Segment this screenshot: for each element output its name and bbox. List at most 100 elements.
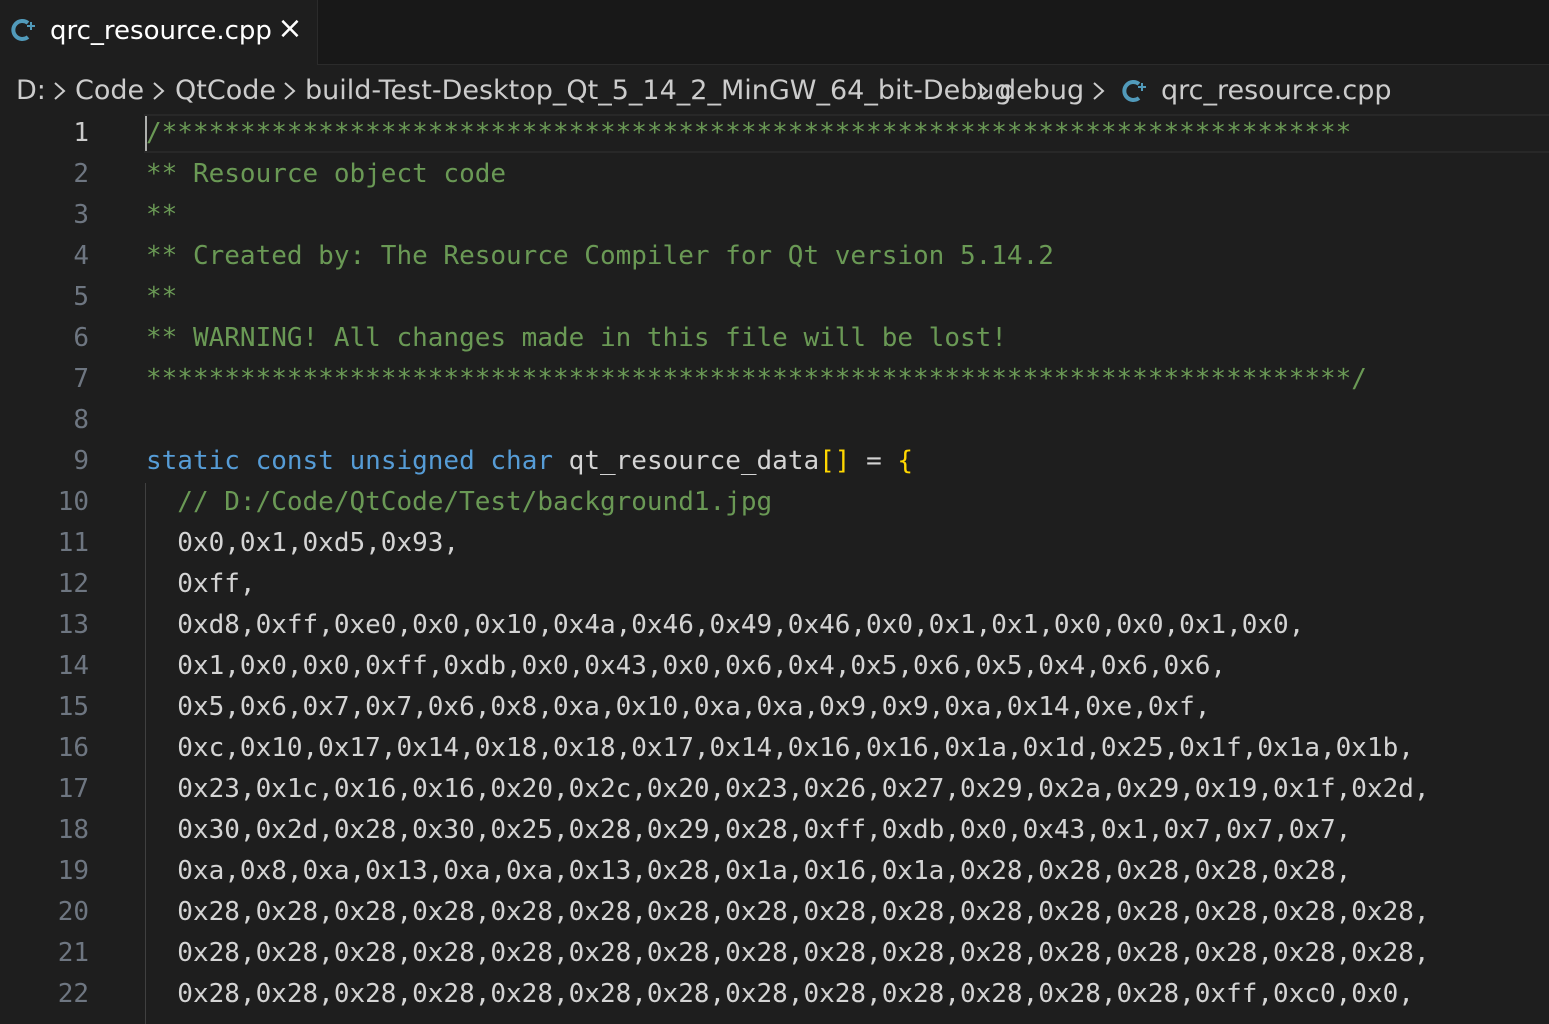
code-token-num: 0x28,0x28,0x28,0x28,0x28,0x28,0x28,0x28,… <box>146 979 1414 1009</box>
code-token-cmt: // D:/Code/QtCode/Test/background1.jpg <box>146 487 773 517</box>
cpp-file-icon <box>1122 80 1146 102</box>
code-token-ident <box>334 446 350 476</box>
code-text: 0x0,0x1,0xd5,0x93, <box>146 523 459 564</box>
line-number[interactable]: 18 <box>58 810 89 851</box>
code-text: ** <box>146 277 177 318</box>
code-token-num: 0x5,0x6,0x7,0x7,0x6,0x8,0xa,0x10,0xa,0xa… <box>146 692 1211 722</box>
breadcrumb-item-qtcode[interactable]: QtCode <box>175 74 276 108</box>
line-number[interactable]: 20 <box>58 892 89 933</box>
code-token-cmt: /***************************************… <box>146 118 1352 148</box>
line-number[interactable]: 21 <box>58 933 89 974</box>
code-text: 0x28,0x28,0x28,0x28,0x28,0x28,0x28,0x28,… <box>146 892 1430 933</box>
code-line[interactable]: 11 0x0,0x1,0xd5,0x93, <box>0 523 1549 564</box>
line-number[interactable]: 8 <box>73 400 89 441</box>
code-token-num: 0xd8,0xff,0xe0,0x0,0x10,0x4a,0x46,0x49,0… <box>146 610 1305 640</box>
tab-qrc-resource-cpp[interactable]: qrc_resource.cpp × <box>0 0 318 65</box>
code-token-ident: qt_resource_data <box>553 446 820 476</box>
breadcrumb-item-debug[interactable]: debug <box>999 74 1084 108</box>
breadcrumb-item-file[interactable]: qrc_resource.cpp <box>1161 74 1391 108</box>
chevron-right-icon <box>977 82 989 100</box>
code-line[interactable]: 4 ** Created by: The Resource Compiler fo… <box>0 236 1549 277</box>
code-line[interactable]: 10 // D:/Code/QtCode/Test/background1.jp… <box>0 482 1549 523</box>
line-number[interactable]: 10 <box>58 482 89 523</box>
code-text: 0xc,0x10,0x17,0x14,0x18,0x18,0x17,0x14,0… <box>146 728 1414 769</box>
code-token-num: 0xc,0x10,0x17,0x14,0x18,0x18,0x17,0x14,0… <box>146 733 1414 763</box>
line-number[interactable]: 17 <box>58 769 89 810</box>
code-token-cmt: ** WARNING! All changes made in this fil… <box>146 323 1007 353</box>
line-number[interactable]: 16 <box>58 728 89 769</box>
code-token-num: 0x30,0x2d,0x28,0x30,0x25,0x28,0x29,0x28,… <box>146 815 1352 845</box>
code-line[interactable]: 18 0x30,0x2d,0x28,0x30,0x25,0x28,0x29,0x… <box>0 810 1549 851</box>
code-text: static const unsigned char qt_resource_d… <box>146 441 913 482</box>
code-text: ****************************************… <box>146 359 1367 400</box>
code-line[interactable]: 14 0x1,0x0,0x0,0xff,0xdb,0x0,0x43,0x0,0x… <box>0 646 1549 687</box>
code-token-kw: static <box>146 446 240 476</box>
line-number[interactable]: 4 <box>73 236 89 277</box>
cpp-file-icon <box>11 19 35 41</box>
code-token-kw: const <box>255 446 334 476</box>
chevron-right-icon <box>54 82 66 100</box>
code-line[interactable]: 8 <box>0 400 1549 441</box>
code-line[interactable]: 9 static const unsigned char qt_resource_… <box>0 441 1549 482</box>
code-token-bracket1: { <box>897 446 914 476</box>
line-number[interactable]: 13 <box>58 605 89 646</box>
code-text: 0x30,0x2d,0x28,0x30,0x25,0x28,0x29,0x28,… <box>146 810 1351 851</box>
code-line[interactable]: 19 0xa,0x8,0xa,0x13,0xa,0xa,0x13,0x28,0x… <box>0 851 1549 892</box>
line-number[interactable]: 9 <box>73 441 89 482</box>
line-number[interactable]: 6 <box>73 318 89 359</box>
line-number[interactable]: 12 <box>58 564 89 605</box>
code-token-num: 0x28,0x28,0x28,0x28,0x28,0x28,0x28,0x28,… <box>146 897 1430 927</box>
code-text: ** Created by: The Resource Compiler for… <box>146 236 1054 277</box>
code-line[interactable]: 3 ** <box>0 195 1549 236</box>
code-token-num: 0xff, <box>146 569 256 599</box>
line-number[interactable]: 3 <box>73 195 89 236</box>
code-line[interactable]: 1 /**************************************… <box>0 113 1549 154</box>
code-line[interactable]: 6 ** WARNING! All changes made in this fi… <box>0 318 1549 359</box>
code-line[interactable]: 16 0xc,0x10,0x17,0x14,0x18,0x18,0x17,0x1… <box>0 728 1549 769</box>
line-number[interactable]: 5 <box>73 277 89 318</box>
code-text: 0x28,0x28,0x28,0x28,0x28,0x28,0x28,0x28,… <box>146 974 1414 1015</box>
breadcrumb-item-code[interactable]: Code <box>75 74 144 108</box>
code-text: ** Resource object code <box>146 154 506 195</box>
code-line[interactable]: 21 0x28,0x28,0x28,0x28,0x28,0x28,0x28,0x… <box>0 933 1549 974</box>
code-editor[interactable]: 1 /**************************************… <box>0 114 1549 1024</box>
code-text: 0x5,0x6,0x7,0x7,0x6,0x8,0xa,0x10,0xa,0xa… <box>146 687 1210 728</box>
code-text: /***************************************… <box>146 113 1351 154</box>
code-token-num: 0xa,0x8,0xa,0x13,0xa,0xa,0x13,0x28,0x1a,… <box>146 856 1352 886</box>
code-line[interactable]: 15 0x5,0x6,0x7,0x7,0x6,0x8,0xa,0x10,0xa,… <box>0 687 1549 728</box>
code-token-kw: char <box>490 446 554 476</box>
code-text: ** WARNING! All changes made in this fil… <box>146 318 1007 359</box>
code-token-bracket1: [] <box>819 446 851 476</box>
line-number[interactable]: 2 <box>73 154 89 195</box>
code-line[interactable]: 20 0x28,0x28,0x28,0x28,0x28,0x28,0x28,0x… <box>0 892 1549 933</box>
code-token-cmt: ** Resource object code <box>146 159 507 189</box>
line-number[interactable]: 11 <box>58 523 89 564</box>
code-line[interactable]: 7 ***************************************… <box>0 359 1549 400</box>
line-number[interactable]: 7 <box>73 359 89 400</box>
close-icon[interactable]: × <box>275 12 305 46</box>
line-number[interactable]: 15 <box>58 687 89 728</box>
breadcrumb-item-drive[interactable]: D: <box>16 74 46 108</box>
code-line[interactable]: 2 ** Resource object code <box>0 154 1549 195</box>
line-number[interactable]: 19 <box>58 851 89 892</box>
chevron-right-icon <box>1093 82 1105 100</box>
editor-tab-bar: qrc_resource.cpp × <box>0 0 1549 65</box>
breadcrumb-item-build-dir[interactable]: build-Test-Desktop_Qt_5_14_2_MinGW_64_bi… <box>305 74 1012 108</box>
code-token-kw: unsigned <box>349 446 475 476</box>
code-line[interactable]: 13 0xd8,0xff,0xe0,0x0,0x10,0x4a,0x46,0x4… <box>0 605 1549 646</box>
code-text: 0xa,0x8,0xa,0x13,0xa,0xa,0x13,0x28,0x1a,… <box>146 851 1351 892</box>
code-token-cmt: ** <box>146 282 178 312</box>
line-number[interactable]: 1 <box>73 113 89 154</box>
code-line[interactable]: 5 ** <box>0 277 1549 318</box>
code-text: 0xff, <box>146 564 256 605</box>
code-token-num: 0x23,0x1c,0x16,0x16,0x20,0x2c,0x20,0x23,… <box>146 774 1430 804</box>
code-text: 0x28,0x28,0x28,0x28,0x28,0x28,0x28,0x28,… <box>146 933 1429 974</box>
code-line[interactable]: 22 0x28,0x28,0x28,0x28,0x28,0x28,0x28,0x… <box>0 974 1549 1015</box>
code-line[interactable]: 17 0x23,0x1c,0x16,0x16,0x20,0x2c,0x20,0x… <box>0 769 1549 810</box>
code-token-ident: = <box>850 446 898 476</box>
code-line[interactable]: 12 0xff, <box>0 564 1549 605</box>
line-number[interactable]: 22 <box>58 974 89 1015</box>
breadcrumb: D: Code QtCode build-Test-Desktop_Qt_5_1… <box>0 68 1549 114</box>
tab-label: qrc_resource.cpp <box>50 16 272 46</box>
line-number[interactable]: 14 <box>58 646 89 687</box>
